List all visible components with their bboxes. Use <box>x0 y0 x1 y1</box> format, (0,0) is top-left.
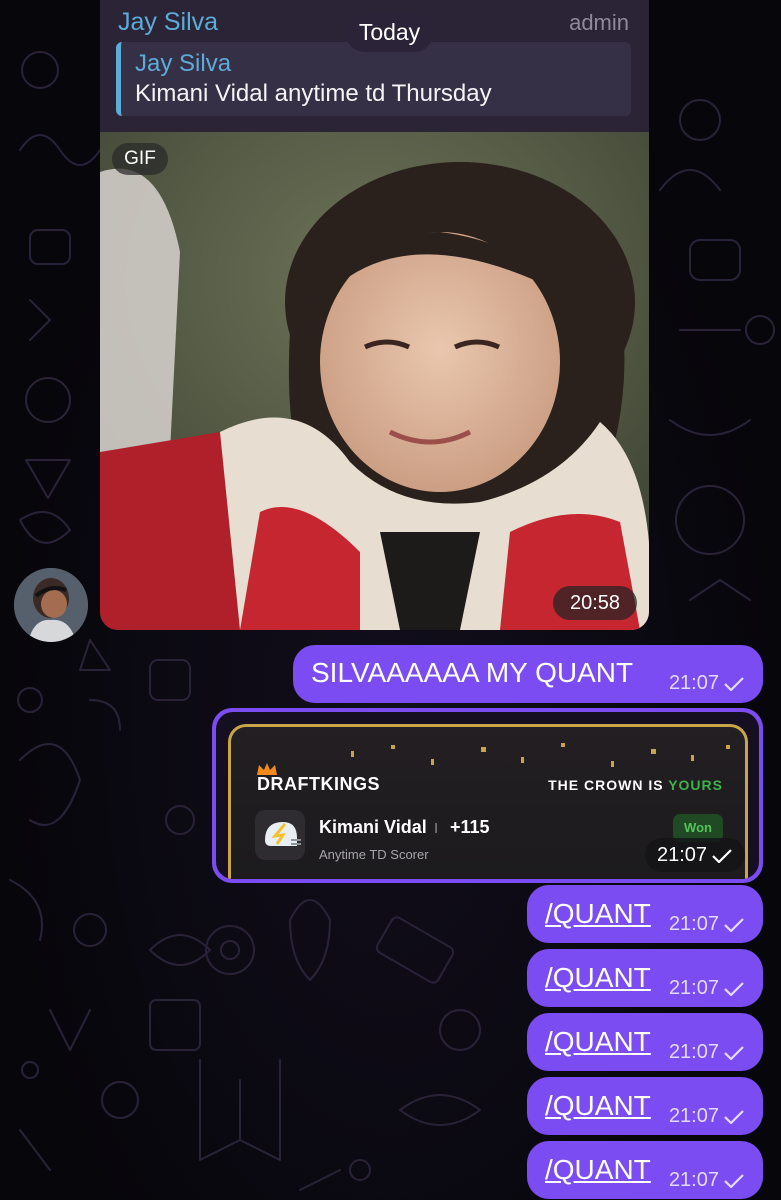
admin-badge: admin <box>569 10 629 35</box>
bot-command-link[interactable]: /QUANT <box>545 898 651 930</box>
message-meta: 21:07 <box>645 838 745 872</box>
message-time: 21:07 <box>668 1041 719 1063</box>
check-icon <box>724 981 744 996</box>
reply-sender-name: Jay Silva <box>135 50 232 77</box>
crown-tagline: THE CROWN IS YOURS <box>548 777 723 793</box>
message-time: 21:07 <box>668 672 719 694</box>
date-separator: Today <box>345 12 434 52</box>
incoming-message-bubble[interactable]: Jay Silva admin Jay Silva Kimani Vidal a… <box>100 0 649 630</box>
sender-avatar[interactable] <box>14 568 88 642</box>
draftkings-logo: DRAFTKINGS <box>257 774 380 794</box>
check-icon <box>724 1109 744 1124</box>
bot-command-link[interactable]: /QUANT <box>545 962 651 994</box>
outgoing-message-bubble[interactable]: SILVAAAAAA MY QUANT 21:07 <box>293 645 763 703</box>
message-time: 20:58 <box>553 586 637 620</box>
tagline-emphasis: YOURS <box>668 777 723 793</box>
message-time: 21:07 <box>656 844 708 866</box>
reply-text: Kimani Vidal anytime td Thursday <box>135 80 492 107</box>
player-odds-separator: I <box>434 820 439 837</box>
message-time: 21:07 <box>668 1169 719 1191</box>
chat-screen: Jay Silva admin Jay Silva Kimani Vidal a… <box>0 0 781 1200</box>
message-meta: 21:07 <box>669 1105 745 1128</box>
bet-market: Anytime TD Scorer <box>319 847 429 862</box>
command-message-bubble[interactable]: /QUANT 21:07 <box>527 885 763 943</box>
message-meta: 21:07 <box>669 1169 745 1192</box>
command-message-bubble[interactable]: /QUANT 21:07 <box>527 1141 763 1199</box>
check-icon <box>712 848 732 863</box>
reply-quote[interactable]: Jay Silva Kimani Vidal anytime td Thursd… <box>116 42 631 116</box>
bot-command-link[interactable]: /QUANT <box>545 1154 651 1186</box>
message-meta: 21:07 <box>669 1041 745 1064</box>
gif-image <box>100 132 649 630</box>
bot-command-link[interactable]: /QUANT <box>545 1026 651 1058</box>
bet-slip-image[interactable]: DRAFTKINGS THE CROWN IS YOURS Kimani Vid… <box>216 712 759 879</box>
check-icon <box>724 676 744 691</box>
message-text: SILVAAAAAA MY QUANT <box>311 657 634 688</box>
player-name: Kimani Vidal <box>319 817 427 837</box>
check-icon <box>724 1173 744 1188</box>
command-message-bubble[interactable]: /QUANT 21:07 <box>527 1077 763 1135</box>
message-meta: 21:07 <box>669 672 745 695</box>
message-time: 21:07 <box>668 913 719 935</box>
check-icon <box>724 1045 744 1060</box>
message-meta: 21:07 <box>669 913 745 936</box>
gif-badge: GIF <box>112 143 168 175</box>
bot-command-link[interactable]: /QUANT <box>545 1090 651 1122</box>
confetti-decoration <box>351 743 730 767</box>
bet-odds: +115 <box>450 817 490 837</box>
check-icon <box>724 917 744 932</box>
avatar-image <box>14 568 88 642</box>
message-time: 21:07 <box>668 1105 719 1127</box>
message-meta: 21:07 <box>669 977 745 1000</box>
command-message-bubble[interactable]: /QUANT 21:07 <box>527 1013 763 1071</box>
message-time: 21:07 <box>668 977 719 999</box>
sender-name[interactable]: Jay Silva <box>118 8 218 37</box>
bet-slip-message[interactable]: DRAFTKINGS THE CROWN IS YOURS Kimani Vid… <box>212 708 763 883</box>
tagline-prefix: THE CROWN IS <box>548 777 664 793</box>
command-message-bubble[interactable]: /QUANT 21:07 <box>527 949 763 1007</box>
chargers-helmet-icon <box>255 810 305 860</box>
gif-media[interactable] <box>100 132 649 630</box>
